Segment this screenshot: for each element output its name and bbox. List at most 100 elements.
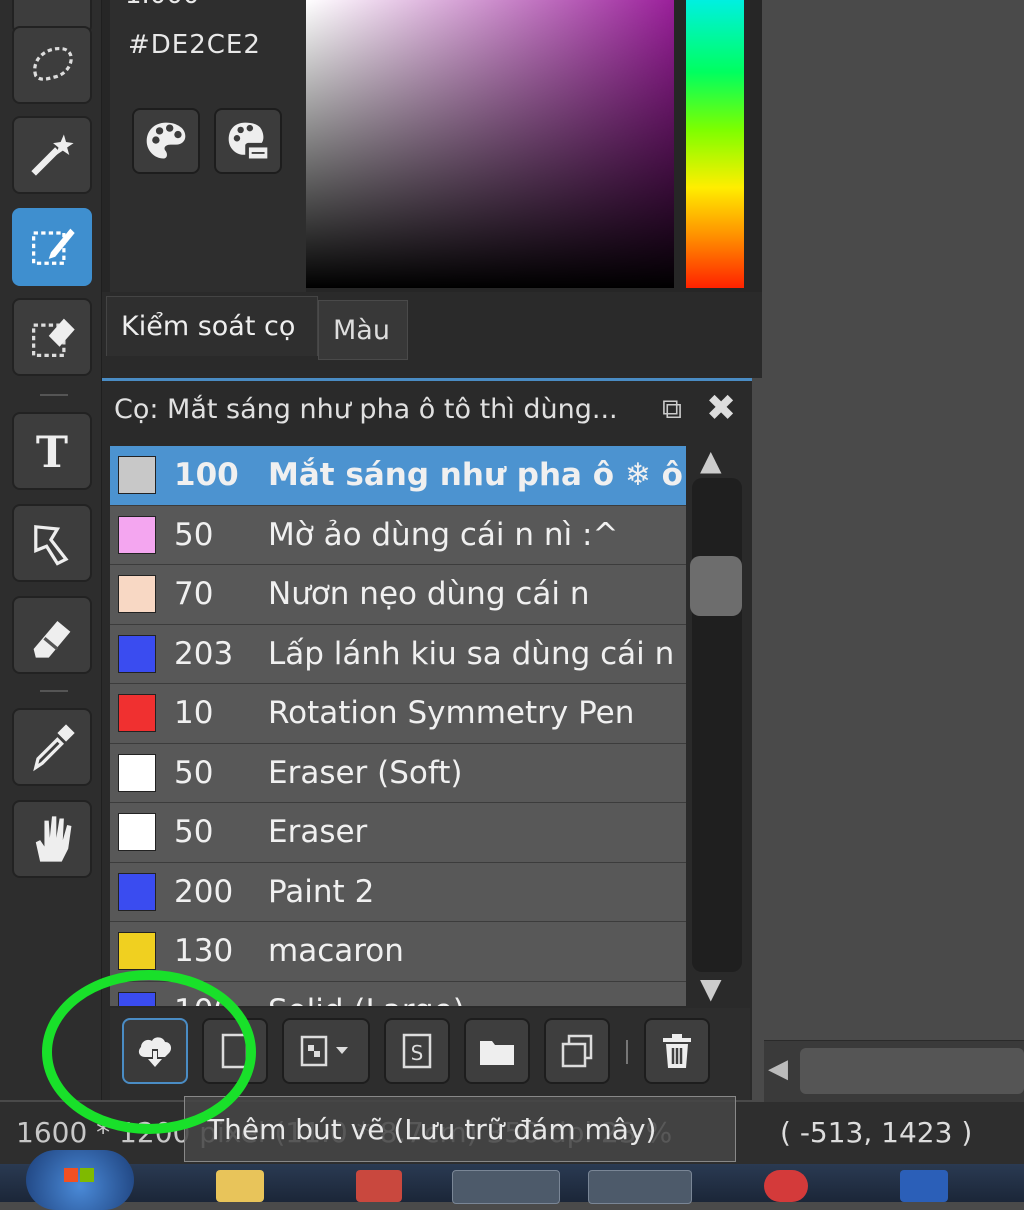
lasso-tool-button[interactable]	[12, 26, 92, 104]
brush-name: Rotation Symmetry Pen	[268, 695, 635, 732]
brush-size: 70	[174, 576, 214, 613]
word-taskbar-icon[interactable]	[900, 1170, 948, 1202]
brush-size: 130	[174, 933, 234, 970]
eyedropper-icon	[33, 724, 75, 772]
brush-size: 203	[174, 635, 234, 672]
brush-list-item[interactable]: 100 Mắt sáng như pha ô ❄ ô	[110, 446, 686, 506]
operation-icon	[34, 525, 69, 566]
windows-logo-icon	[64, 1168, 94, 1182]
selection-eraser-icon	[32, 318, 75, 357]
text-tool-button[interactable]: T	[12, 412, 92, 490]
delete-brush-button[interactable]	[644, 1018, 710, 1084]
magic-wand-icon	[31, 134, 74, 176]
brush-list-item[interactable]: 50 Eraser (Soft)	[110, 743, 686, 803]
scrollbar-track[interactable]	[692, 478, 742, 972]
hand-tool-button[interactable]	[12, 800, 92, 878]
scroll-down-icon[interactable]: ▼	[700, 972, 722, 1005]
opacity-readout: 1.000	[125, 0, 199, 10]
svg-text:S: S	[411, 1041, 424, 1065]
brush-size: 10	[174, 695, 214, 732]
brush-name: Nươn nẹo dùng cái n	[268, 576, 590, 613]
magic-wand-tool-button[interactable]	[12, 116, 92, 194]
eyedropper-tool-button[interactable]	[12, 708, 92, 786]
close-icon[interactable]: ✖	[706, 388, 736, 429]
record-taskbar-icon[interactable]	[764, 1170, 808, 1202]
selection-pen-tool-button[interactable]	[12, 208, 92, 286]
operation-tool-button[interactable]	[12, 504, 92, 582]
saturation-value-picker[interactable]	[306, 0, 674, 288]
selection-eraser-tool-button[interactable]	[12, 298, 92, 376]
brush-name: Paint 2	[268, 873, 375, 910]
brush-color-swatch	[118, 753, 156, 792]
brush-name: Solid (Large)	[268, 993, 465, 1006]
toolbar-separator	[626, 1040, 628, 1064]
palette-settings-icon	[228, 122, 268, 159]
lasso-icon	[33, 47, 73, 81]
svg-text:T: T	[36, 427, 68, 478]
selection-pen-icon	[32, 228, 75, 265]
tab-brush-control[interactable]: Kiểm soát cọ	[106, 296, 318, 356]
open-folder-button[interactable]	[464, 1018, 530, 1084]
brush-list-item[interactable]: 10 Rotation Symmetry Pen	[110, 684, 686, 744]
brush-color-swatch	[118, 456, 156, 495]
brush-size: 100	[174, 457, 239, 494]
cursor-coordinates: ( -513, 1423 )	[780, 1116, 973, 1149]
chrome-taskbar-icon[interactable]	[452, 1170, 560, 1204]
brush-color-swatch	[118, 575, 156, 614]
start-button[interactable]	[26, 1150, 134, 1210]
brush-color-swatch	[118, 694, 156, 733]
duplicate-icon	[561, 1034, 593, 1068]
brush-list-item[interactable]: 70 Nươn nẹo dùng cái n	[110, 565, 686, 625]
brush-color-swatch	[118, 813, 156, 852]
brush-settings-button[interactable]: S	[384, 1018, 450, 1084]
brush-name: macaron	[268, 933, 404, 970]
tooltip: Thêm bút vẽ (Lưu trữ đám mây)	[184, 1096, 736, 1162]
scrollbar-thumb[interactable]	[690, 556, 742, 616]
brush-list-item[interactable]: 130 macaron	[110, 922, 686, 982]
script-document-icon: S	[402, 1033, 432, 1069]
tool-separator	[40, 394, 68, 396]
brush-size: 50	[174, 754, 214, 791]
brush-list-item[interactable]: 50 Eraser	[110, 803, 686, 863]
scroll-up-icon[interactable]: ▲	[700, 444, 722, 477]
brush-color-swatch	[118, 634, 156, 673]
pattern-dropdown-icon	[300, 1035, 348, 1067]
brush-panel-title: Cọ: Mắt sáng như pha ô tô thì dùng...	[114, 394, 618, 425]
palette-button[interactable]	[132, 108, 200, 174]
brush-size: 200	[174, 873, 234, 910]
brush-options-dropdown[interactable]	[282, 1018, 370, 1084]
duplicate-brush-button[interactable]	[544, 1018, 610, 1084]
tool-separator	[40, 690, 68, 692]
brush-size: 50	[174, 516, 214, 553]
brush-name: Eraser	[268, 814, 368, 851]
highlight-annotation-circle	[42, 970, 256, 1134]
chrome-taskbar-icon-2[interactable]	[588, 1170, 692, 1204]
tab-color[interactable]: Màu	[318, 300, 408, 360]
eraser-tool-button[interactable]	[12, 596, 92, 674]
popout-icon[interactable]: ⧉	[662, 392, 682, 426]
brush-list-item[interactable]: 203 Lấp lánh kiu sa dùng cái n	[110, 624, 686, 684]
trash-icon	[663, 1034, 691, 1068]
app-taskbar-icon[interactable]	[356, 1170, 402, 1202]
explorer-taskbar-icon[interactable]	[216, 1170, 264, 1202]
color-hex-value: #DE2CE2	[128, 30, 261, 60]
brush-color-swatch	[118, 872, 156, 911]
brush-color-swatch	[118, 932, 156, 971]
brush-name: Eraser (Soft)	[268, 754, 463, 791]
brush-name: Mắt sáng như pha ô ❄ ô	[268, 457, 683, 494]
palette-icon	[146, 122, 186, 159]
palette-settings-button[interactable]	[214, 108, 282, 174]
eraser-icon	[33, 620, 71, 658]
brush-size: 50	[174, 814, 214, 851]
horizontal-scrollbar-thumb[interactable]	[800, 1048, 1024, 1094]
hand-icon	[35, 816, 72, 862]
tool-strip: T	[0, 0, 102, 1100]
scroll-left-icon[interactable]: ◀	[768, 1054, 788, 1084]
brush-name: Lấp lánh kiu sa dùng cái n	[268, 635, 675, 672]
brush-list-item[interactable]: 200 Paint 2	[110, 862, 686, 922]
brush-list-item[interactable]: 50 Mờ ảo dùng cái n nì :^	[110, 505, 686, 565]
hue-slider[interactable]	[686, 0, 744, 288]
brush-list: 100 Mắt sáng như pha ô ❄ ô 50 Mờ ảo dùng cá…	[110, 446, 686, 1006]
brush-color-swatch	[118, 515, 156, 554]
brush-name: Mờ ảo dùng cái n nì :^	[268, 516, 619, 553]
